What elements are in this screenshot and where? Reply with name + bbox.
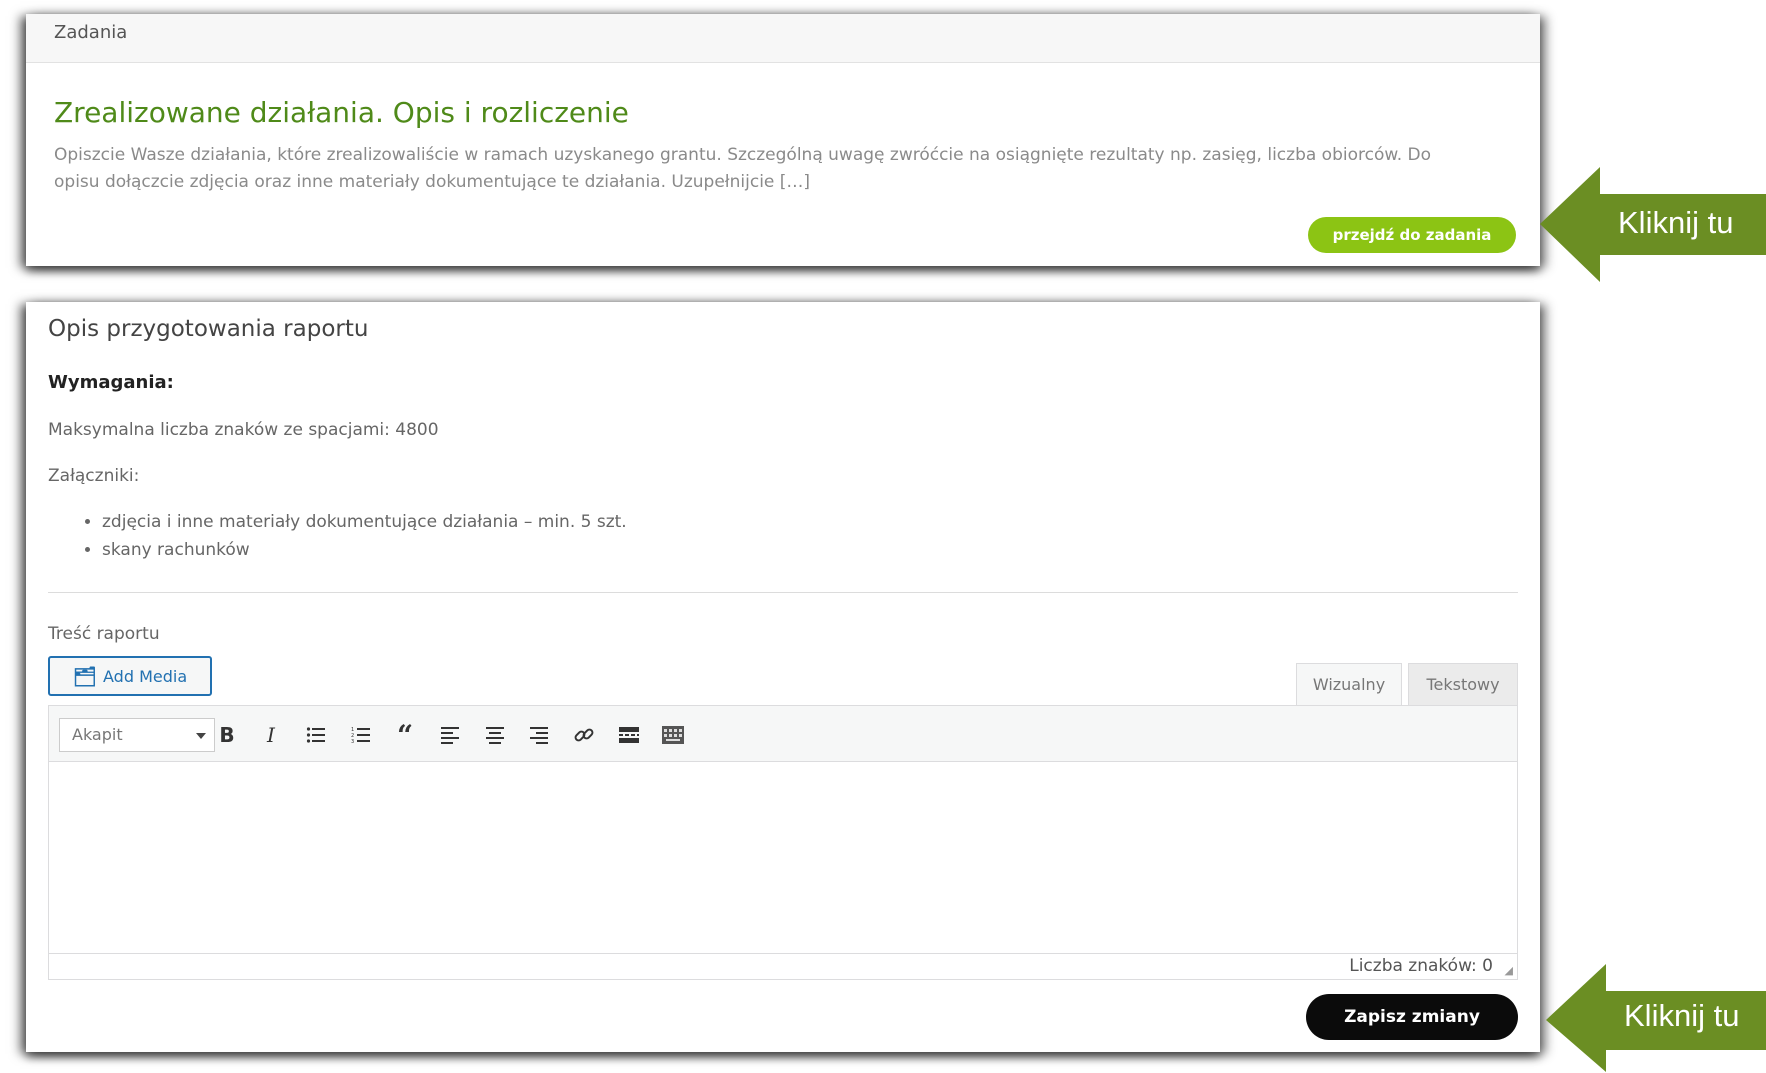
requirements-heading: Wymagania: (48, 372, 174, 393)
callout-label: Kliknij tu (1624, 998, 1740, 1033)
toolbar-toggle-icon[interactable] (657, 720, 689, 750)
editor-statusbar: Liczba znaków: 0 ◢ (49, 953, 1517, 979)
align-right-icon[interactable] (523, 720, 555, 750)
editor-toolbar: Akapit B I 123 “ (49, 706, 1517, 762)
char-count: Liczba znaków: 0 (1349, 956, 1493, 976)
media-icon: 🗂 (72, 665, 97, 688)
bold-icon[interactable]: B (211, 720, 243, 750)
task-card: Zadania Zrealizowane działania. Opis i r… (26, 14, 1540, 266)
tab-visual[interactable]: Wizualny (1296, 663, 1402, 705)
attachments-list: zdjęcia i inne materiały dokumentujące d… (48, 508, 627, 564)
chevron-down-icon (196, 733, 206, 739)
list-item: skany rachunków (102, 536, 627, 564)
report-title: Opis przygotowania raportu (48, 316, 369, 342)
attachments-label: Załączniki: (48, 466, 140, 486)
rich-text-editor: Akapit B I 123 “ Liczba znaków: 0 ◢ (48, 705, 1518, 980)
go-to-task-button[interactable]: przejdź do zadania (1308, 217, 1516, 253)
save-changes-button[interactable]: Zapisz zmiany (1306, 994, 1518, 1040)
report-card: Opis przygotowania raportu Wymagania: Ma… (26, 302, 1540, 1052)
svg-text:3: 3 (351, 739, 354, 744)
add-media-label: Add Media (103, 666, 188, 686)
list-item: zdjęcia i inne materiały dokumentujące d… (102, 508, 627, 536)
numbered-list-icon[interactable]: 123 (345, 720, 377, 750)
align-center-icon[interactable] (479, 720, 511, 750)
task-description: Opiszcie Wasze działania, które zrealizo… (54, 145, 1431, 192)
format-select[interactable]: Akapit (59, 718, 215, 752)
click-here-callout: Kliknij tu (1540, 167, 1766, 282)
click-here-callout: Kliknij tu (1546, 964, 1766, 1072)
bullet-list-icon[interactable] (300, 720, 332, 750)
report-content-label: Treść raportu (48, 624, 160, 644)
task-card-header: Zadania (26, 14, 1540, 63)
italic-icon[interactable]: I (255, 720, 287, 750)
report-textarea[interactable] (49, 762, 1517, 946)
align-left-icon[interactable] (434, 720, 466, 750)
max-chars-text: Maksymalna liczba znaków ze spacjami: 48… (48, 420, 439, 440)
task-title[interactable]: Zrealizowane działania. Opis i rozliczen… (54, 96, 629, 129)
tab-text[interactable]: Tekstowy (1408, 663, 1518, 705)
read-more-icon[interactable] (613, 720, 645, 750)
link-icon[interactable] (568, 720, 600, 750)
blockquote-icon[interactable]: “ (389, 719, 421, 752)
divider (48, 592, 1518, 593)
format-select-value: Akapit (72, 725, 123, 744)
add-media-button[interactable]: 🗂 Add Media (48, 656, 212, 696)
callout-label: Kliknij tu (1618, 205, 1734, 240)
resize-handle-icon[interactable]: ◢ (1505, 964, 1513, 977)
